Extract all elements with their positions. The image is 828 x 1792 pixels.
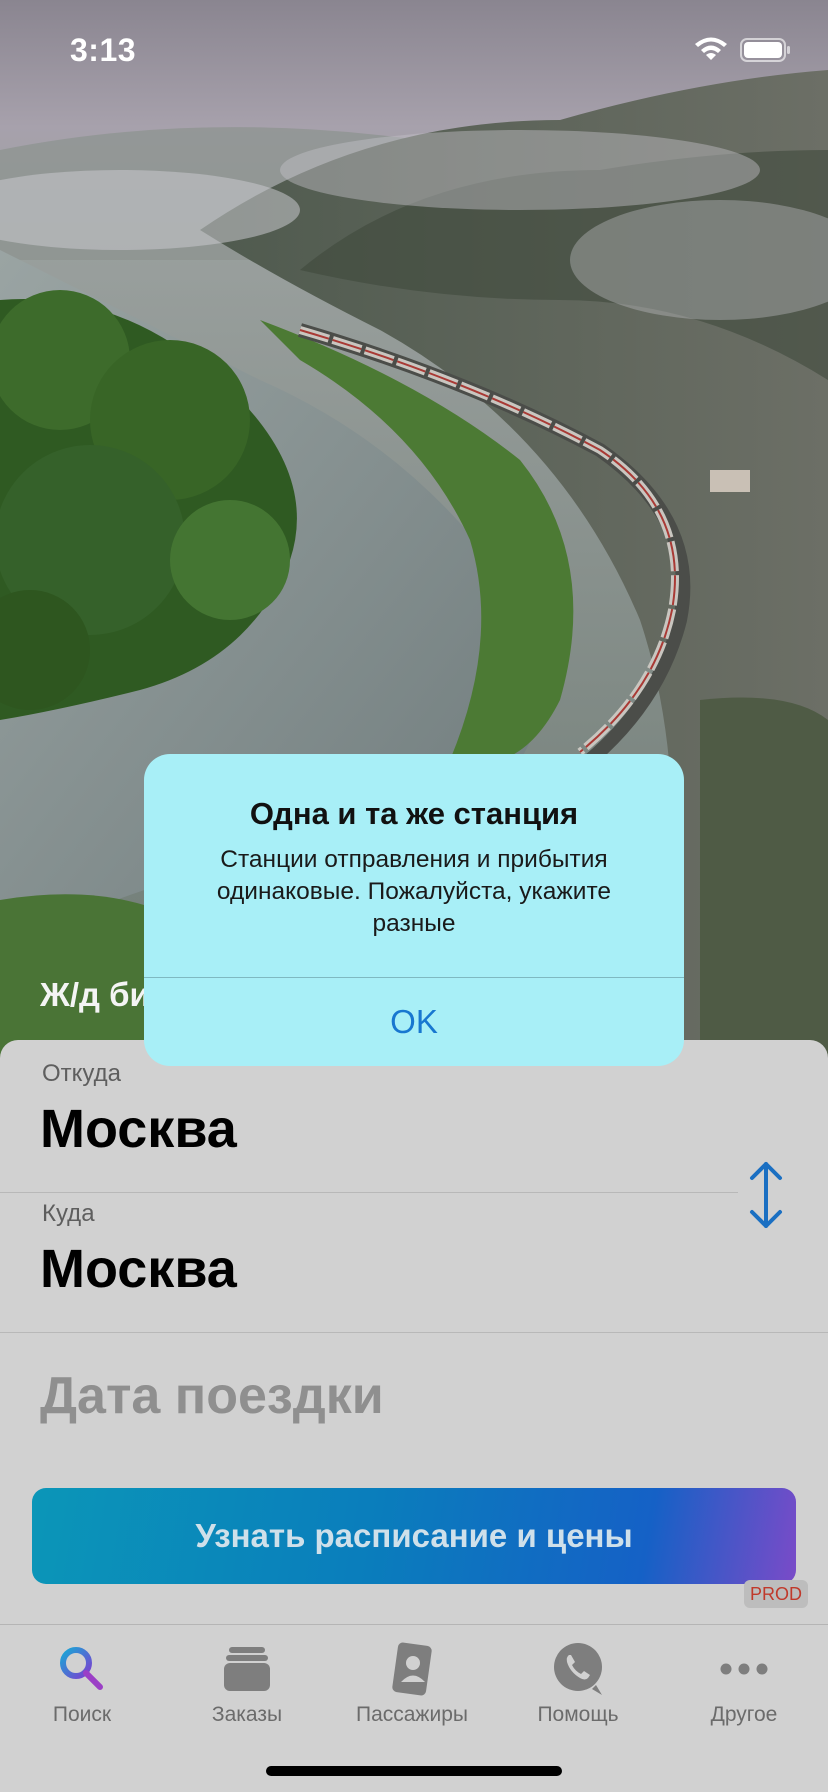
tab-label: Помощь (537, 1703, 619, 1726)
to-label: Куда (42, 1200, 95, 1227)
tab-label: Другое (710, 1703, 778, 1726)
passenger-card-icon (392, 1642, 432, 1696)
alert-ok-button[interactable]: OK (144, 978, 684, 1066)
divider (0, 1332, 828, 1333)
home-indicator (266, 1766, 562, 1776)
alert-dialog: Одна и та же станция Станции отправления… (144, 754, 684, 1066)
alert-message: Станции отправления и прибытия одинаковы… (216, 846, 612, 937)
tab-label: Поиск (52, 1703, 112, 1726)
from-station-field[interactable]: Москва (40, 1098, 237, 1160)
orders-icon (224, 1647, 270, 1691)
battery-icon (740, 38, 790, 62)
environment-badge: PROD (744, 1580, 808, 1608)
search-schedule-button[interactable]: Узнать расписание и цены (32, 1488, 796, 1584)
tab-passengers[interactable]: Пассажиры (332, 1641, 492, 1741)
tab-label: Заказы (211, 1703, 283, 1726)
hero-title: Ж/д билеты (40, 976, 150, 1013)
alert-title: Одна и та же станция (249, 796, 579, 831)
tab-search[interactable]: Поиск (2, 1641, 162, 1741)
search-icon (60, 1647, 103, 1690)
to-station-field[interactable]: Москва (40, 1238, 237, 1300)
tab-other[interactable]: Другое (664, 1641, 824, 1741)
phone-icon (554, 1643, 602, 1695)
tab-help[interactable]: Помощь (498, 1641, 658, 1741)
tab-label: Пассажиры (355, 1703, 468, 1726)
tab-orders[interactable]: Заказы (167, 1641, 327, 1741)
from-label: Откуда (42, 1060, 121, 1087)
trip-date-field[interactable]: Дата поездки (40, 1366, 384, 1426)
status-bar: 3:13 (0, 0, 828, 100)
status-time: 3:13 (70, 32, 137, 68)
wifi-icon (695, 37, 727, 60)
swap-stations-icon[interactable] (740, 1160, 792, 1230)
more-icon (720, 1663, 768, 1675)
divider (0, 1192, 738, 1193)
